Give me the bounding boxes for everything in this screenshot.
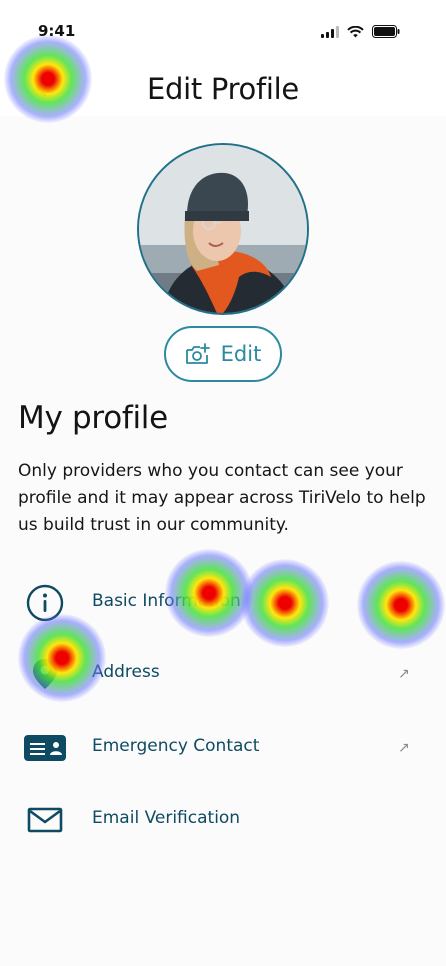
info-icon — [22, 573, 68, 633]
location-pin-icon — [22, 644, 68, 704]
menu-item-basic-information[interactable]: Basic Information — [0, 573, 446, 633]
header-bar: Edit Profile — [0, 60, 446, 116]
edit-profile-screen: 9:41 Edit Profile Edit My profile Only p… — [0, 0, 446, 966]
section-description: Only providers who you contact can see y… — [18, 461, 426, 535]
menu-label: Address — [92, 662, 160, 682]
section-title: My profile — [18, 400, 168, 436]
arrow-icon: ↗ — [398, 666, 410, 682]
menu-item-address[interactable]: Address ↗ — [0, 644, 446, 704]
camera-plus-icon — [185, 343, 210, 364]
menu-item-emergency-contact[interactable]: Emergency Contact ↗ — [0, 718, 446, 778]
wifi-icon — [347, 25, 364, 37]
arrow-icon: ↗ — [398, 740, 410, 756]
signal-icon — [321, 25, 339, 38]
page-title: Edit Profile — [147, 72, 299, 106]
menu-label: Emergency Contact — [92, 736, 260, 756]
menu-label: Email Verification — [92, 808, 241, 828]
id-card-icon — [22, 718, 68, 778]
battery-icon — [372, 25, 400, 38]
mail-icon — [22, 790, 68, 850]
status-bar: 9:41 — [0, 0, 446, 60]
profile-photo — [139, 145, 307, 313]
status-icons — [321, 25, 400, 38]
edit-photo-button[interactable]: Edit — [164, 326, 282, 382]
status-time: 9:41 — [38, 22, 76, 40]
menu-label: Basic Information — [92, 591, 241, 611]
edit-button-label: Edit — [220, 342, 262, 366]
avatar — [137, 143, 309, 315]
menu-item-email-verification[interactable]: Email Verification — [0, 790, 446, 850]
